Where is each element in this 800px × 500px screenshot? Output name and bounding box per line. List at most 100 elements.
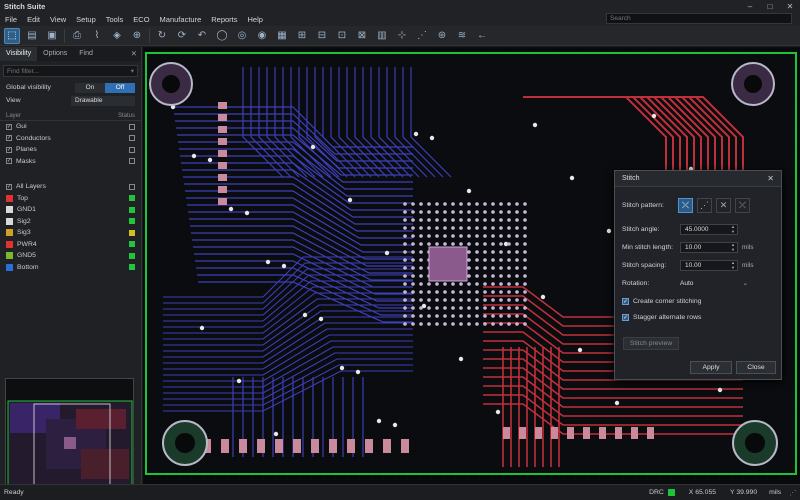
status-checkbox[interactable]: [129, 123, 135, 130]
panel-close-icon[interactable]: ✕: [131, 49, 137, 58]
spacing-input[interactable]: 10.00 ▲ ▼: [680, 260, 738, 271]
drc-icon[interactable]: ⊠: [354, 28, 370, 44]
menu-help[interactable]: Help: [243, 15, 268, 24]
layer-status-indicator[interactable]: [129, 195, 135, 202]
global-visibility-off[interactable]: Off: [105, 82, 135, 93]
save-icon[interactable]: ▣: [44, 28, 60, 44]
layer-row-top[interactable]: Top: [0, 193, 141, 205]
rotation-select[interactable]: Auto ⌄: [680, 278, 752, 289]
via-icon[interactable]: ◎: [234, 28, 250, 44]
grid-icon[interactable]: ⊞: [294, 28, 310, 44]
layer-status-indicator[interactable]: [129, 229, 135, 236]
layer-row-gnd5[interactable]: GND5: [0, 250, 141, 262]
layer-row-sig3[interactable]: Sig3: [0, 227, 141, 239]
layer-status-indicator[interactable]: [129, 206, 135, 213]
measure-icon[interactable]: ⊡: [334, 28, 350, 44]
hatch-icon[interactable]: ▦: [274, 28, 290, 44]
zoom-icon[interactable]: ⊕: [129, 28, 145, 44]
rotate-icon[interactable]: ⟳: [174, 28, 190, 44]
tab-find[interactable]: Find: [73, 47, 99, 61]
back-arrow-icon[interactable]: ←: [474, 28, 490, 44]
spinner-arrows-icon[interactable]: ▲ ▼: [731, 260, 735, 270]
status-checkbox[interactable]: [129, 146, 135, 153]
layer-row-gnd1[interactable]: GND1: [0, 204, 141, 216]
menu-file[interactable]: File: [0, 15, 22, 24]
layer-group-conductors[interactable]: ✓ Conductors: [0, 133, 141, 145]
search-input[interactable]: Search: [606, 13, 792, 24]
fanout-icon[interactable]: ⊛: [434, 28, 450, 44]
layer-color-swatch[interactable]: [6, 240, 13, 248]
menu-view[interactable]: View: [45, 15, 71, 24]
min-length-input[interactable]: 10.00 ▲ ▼: [680, 242, 738, 253]
layer-color-swatch[interactable]: [6, 206, 13, 214]
net-icon[interactable]: ⊹: [394, 28, 410, 44]
layer-status-indicator[interactable]: [129, 252, 135, 259]
checkbox[interactable]: ✓: [6, 183, 12, 190]
pattern-grid-icon[interactable]: ⤫: [735, 198, 750, 213]
checkbox-checked-icon[interactable]: ✓: [622, 314, 629, 321]
dialog-close-icon[interactable]: ✕: [767, 174, 774, 183]
tab-options[interactable]: Options: [37, 47, 73, 61]
route-icon[interactable]: ⌇: [89, 28, 105, 44]
layer-color-swatch[interactable]: [6, 263, 13, 271]
menu-edit[interactable]: Edit: [22, 15, 45, 24]
status-checkbox[interactable]: [129, 135, 135, 142]
circle-icon[interactable]: ◯: [214, 28, 230, 44]
menu-manufacture[interactable]: Manufacture: [155, 15, 207, 24]
spinner-arrows-icon[interactable]: ▲ ▼: [731, 224, 735, 234]
checkbox[interactable]: ✓: [6, 146, 12, 153]
tab-visibility[interactable]: Visibility: [0, 47, 38, 61]
minimize-icon[interactable]: –: [740, 0, 760, 12]
all-layers-row[interactable]: ✓ All Layers: [0, 181, 141, 193]
refresh-icon[interactable]: ↻: [154, 28, 170, 44]
resize-grip-icon[interactable]: ⋰: [789, 489, 796, 497]
pattern-x-icon[interactable]: ✕: [716, 198, 731, 213]
board-minimap[interactable]: [5, 378, 134, 492]
select-tool-icon[interactable]: ⬚: [4, 27, 20, 44]
apply-button[interactable]: Apply: [690, 361, 732, 374]
layer-color-swatch[interactable]: [6, 194, 13, 202]
stitch-angle-input[interactable]: 45.0000 ▲ ▼: [680, 224, 738, 235]
stitch-preview-button[interactable]: Stitch preview: [623, 337, 679, 350]
layer-group-masks[interactable]: ✓ Masks: [0, 156, 141, 168]
align-icon[interactable]: ⊟: [314, 28, 330, 44]
layer-group-planes[interactable]: ✓ Planes: [0, 144, 141, 156]
pattern-diagonal-icon[interactable]: ⤫: [678, 198, 693, 213]
status-checkbox[interactable]: [129, 183, 135, 190]
layer-row-sig2[interactable]: Sig2: [0, 216, 141, 228]
layer-status-indicator[interactable]: [129, 264, 135, 271]
checkbox[interactable]: ✓: [6, 123, 12, 130]
close-window-icon[interactable]: ✕: [780, 0, 800, 12]
stagger-rows-checkbox[interactable]: ✓ Stagger alternate rows: [622, 314, 701, 321]
menu-tools[interactable]: Tools: [101, 15, 129, 24]
layer-color-swatch[interactable]: [6, 252, 13, 260]
menu-setup[interactable]: Setup: [71, 15, 101, 24]
layer-filter-input[interactable]: Find filter... ▾: [3, 65, 138, 77]
view-select[interactable]: Drawable: [71, 95, 135, 106]
spinner-arrows-icon[interactable]: ▲ ▼: [731, 242, 735, 252]
layer-row-bottom[interactable]: Bottom: [0, 262, 141, 274]
layer-status-indicator[interactable]: [129, 218, 135, 225]
layer-color-swatch[interactable]: [6, 229, 13, 237]
pattern-cross-icon[interactable]: ⋰: [697, 198, 712, 213]
print-icon[interactable]: ⎙: [69, 28, 85, 44]
undo-icon[interactable]: ↶: [194, 28, 210, 44]
stitch-icon[interactable]: ⋰: [414, 28, 430, 44]
checkbox[interactable]: ✓: [6, 135, 12, 142]
layer-status-indicator[interactable]: [129, 241, 135, 248]
pad-icon[interactable]: ◉: [254, 28, 270, 44]
status-checkbox[interactable]: [129, 158, 135, 165]
layer-group-gui[interactable]: ✓ Gui: [0, 121, 141, 133]
tune-icon[interactable]: ≋: [454, 28, 470, 44]
checkbox-checked-icon[interactable]: ✓: [622, 298, 629, 305]
close-button[interactable]: Close: [736, 361, 776, 374]
copper-icon[interactable]: ◈: [109, 28, 125, 44]
maximize-icon[interactable]: □: [760, 0, 780, 12]
corner-stitching-checkbox[interactable]: ✓ Create corner stitching: [622, 298, 701, 305]
layer-row-pwr4[interactable]: PWR4: [0, 239, 141, 251]
menu-reports[interactable]: Reports: [206, 15, 242, 24]
layer-color-swatch[interactable]: [6, 217, 13, 225]
open-icon[interactable]: ▤: [24, 28, 40, 44]
menu-eco[interactable]: ECO: [128, 15, 154, 24]
checkbox[interactable]: ✓: [6, 158, 12, 165]
